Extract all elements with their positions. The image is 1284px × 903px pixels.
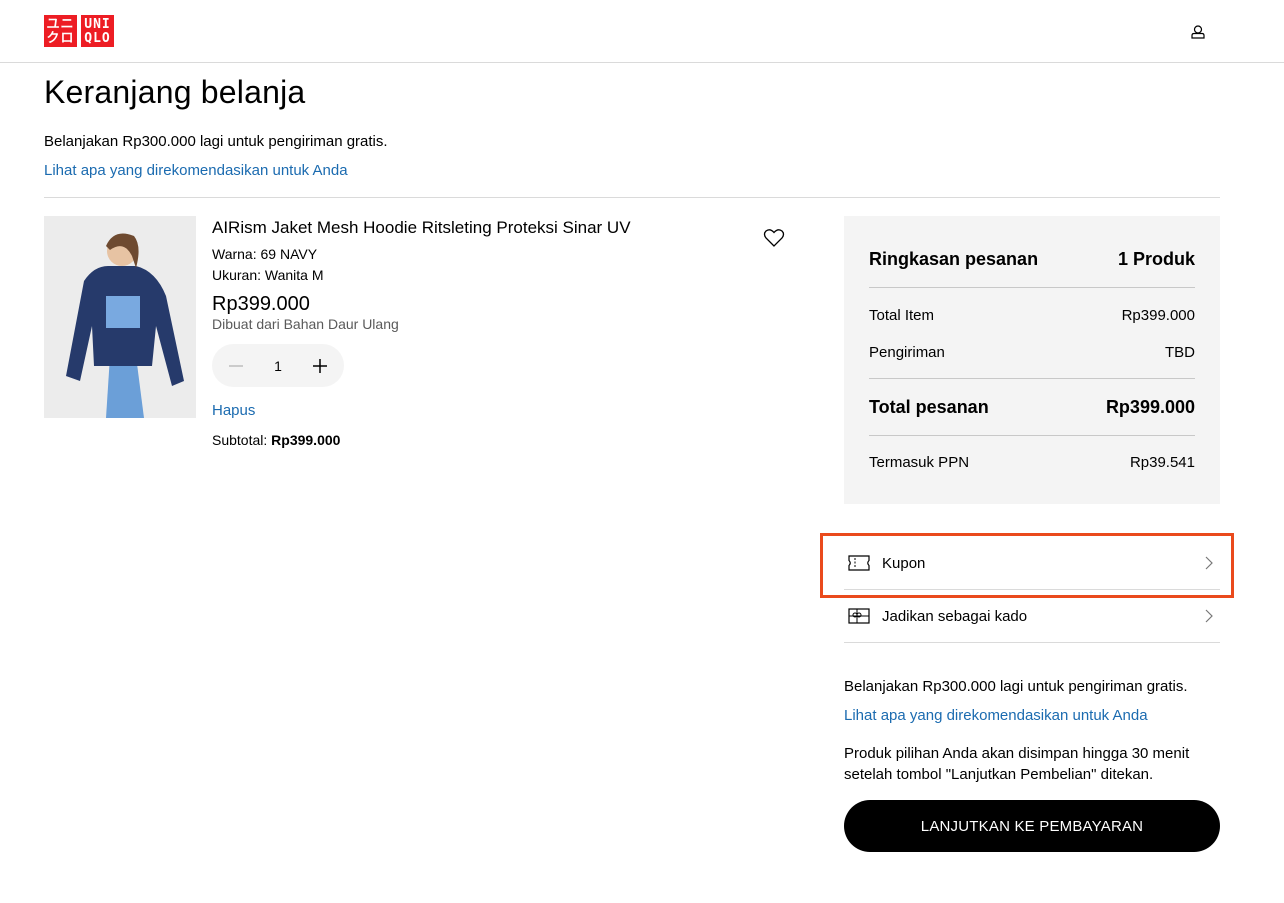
product-size: Ukuran: Wanita M bbox=[212, 267, 324, 283]
summary-item-count: 1 Produk bbox=[1117, 249, 1195, 269]
free-shipping-message: Belanjakan Rp300.000 lagi untuk pengirim… bbox=[844, 678, 1188, 695]
shipping-label: Pengiriman bbox=[869, 344, 945, 361]
gift-label: Jadikan sebagai kado bbox=[882, 607, 1028, 625]
total-item-value: Rp399.000 bbox=[1121, 307, 1195, 324]
coupon-label: Kupon bbox=[882, 554, 926, 572]
summary-total-row: Total pesanan Rp399.000 bbox=[869, 397, 1195, 418]
page-title: Keranjang belanja bbox=[44, 74, 306, 110]
uniqlo-logo[interactable]: ユニ クロ UNI QLO bbox=[44, 15, 114, 47]
product-name[interactable]: AIRism Jaket Mesh Hoodie Ritsleting Prot… bbox=[212, 218, 631, 238]
order-total-label: Total pesanan bbox=[869, 397, 989, 417]
product-color: Warna: 69 NAVY bbox=[212, 246, 318, 262]
shipping-value: TBD bbox=[1165, 344, 1195, 361]
item-subtotal: Subtotal: Rp399.000 bbox=[212, 432, 340, 448]
logo-katakana-box: ユニ クロ bbox=[44, 15, 77, 47]
remove-item-link[interactable]: Hapus bbox=[212, 402, 255, 419]
site-header: ユニ クロ UNI QLO bbox=[0, 0, 1284, 63]
gift-icon bbox=[848, 608, 870, 624]
summary-divider bbox=[869, 378, 1195, 379]
summary-total-item-row: Total Item Rp399.000 bbox=[869, 307, 1195, 324]
ticket-icon bbox=[848, 555, 870, 571]
logo-latin-box: UNI QLO bbox=[81, 15, 114, 47]
product-photo-illustration bbox=[44, 216, 196, 418]
reservation-note: Produk pilihan Anda akan disimpan hingga… bbox=[844, 745, 1190, 783]
subtotal-label: Subtotal: bbox=[212, 432, 268, 448]
product-material-note: Dibuat dari Bahan Daur Ulang bbox=[212, 316, 399, 332]
recommendations-link[interactable]: Lihat apa yang direkomendasikan untuk An… bbox=[844, 707, 1148, 724]
product-price: Rp399.000 bbox=[212, 293, 310, 315]
decrease-quantity-button[interactable] bbox=[226, 356, 246, 376]
quantity-value[interactable]: 1 bbox=[274, 358, 282, 374]
summary-vat-row: Termasuk PPN Rp39.541 bbox=[869, 454, 1195, 471]
product-image[interactable] bbox=[44, 216, 196, 418]
heart-icon[interactable] bbox=[763, 228, 785, 248]
divider bbox=[44, 197, 1220, 198]
account-icon[interactable] bbox=[1188, 21, 1208, 41]
summary-divider bbox=[869, 287, 1195, 288]
checkout-button[interactable]: LANJUTKAN KE PEMBAYARAN bbox=[844, 800, 1220, 852]
quantity-stepper: 1 bbox=[212, 344, 344, 387]
vat-value: Rp39.541 bbox=[1129, 454, 1195, 471]
order-total-value: Rp399.000 bbox=[1105, 397, 1195, 417]
total-item-label: Total Item bbox=[869, 307, 935, 324]
minus-icon bbox=[229, 364, 243, 367]
chevron-right-icon bbox=[1205, 609, 1213, 623]
free-shipping-message: Belanjakan Rp300.000 lagi untuk pengirim… bbox=[44, 133, 388, 150]
summary-shipping-row: Pengiriman TBD bbox=[869, 344, 1195, 361]
vat-label: Termasuk PPN bbox=[869, 454, 970, 471]
summary-header: Ringkasan pesanan 1 Produk bbox=[869, 249, 1195, 270]
summary-title: Ringkasan pesanan bbox=[869, 249, 1039, 269]
increase-quantity-button[interactable] bbox=[310, 356, 330, 376]
subtotal-value: Rp399.000 bbox=[271, 432, 341, 448]
coupon-row[interactable]: Kupon bbox=[844, 537, 1220, 590]
summary-divider bbox=[869, 435, 1195, 436]
chevron-right-icon bbox=[1205, 556, 1213, 570]
plus-icon bbox=[312, 358, 327, 373]
order-summary-panel: Ringkasan pesanan 1 Produk Total Item Rp… bbox=[844, 216, 1220, 504]
recommendations-link[interactable]: Lihat apa yang direkomendasikan untuk An… bbox=[44, 162, 348, 179]
gift-row[interactable]: Jadikan sebagai kado bbox=[844, 590, 1220, 643]
